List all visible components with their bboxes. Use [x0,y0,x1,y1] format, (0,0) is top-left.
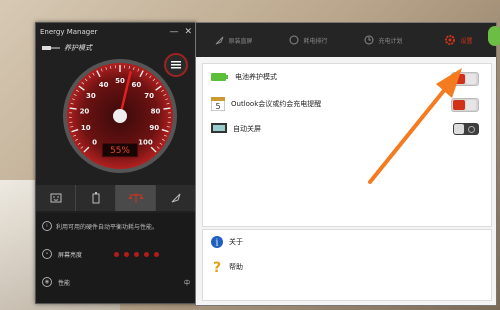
svg-text:i: i [216,239,219,249]
tab-label: 原装直屏 [228,37,253,45]
gauge-hub [113,109,127,123]
gauge-tick-label: 20 [80,107,90,115]
top-tab-bar: 原装直屏 耗电排行 充电计划 设置 [196,23,496,57]
battery-care-toggle[interactable] [451,72,479,86]
tab-battery[interactable] [76,185,116,211]
bulb-icon [289,35,299,45]
settings-list: 电池养护模式 5 Outlook会议或约会充电提醒 自动关屏 [202,63,492,227]
tab-rocket[interactable] [156,185,196,211]
about-help-list: i 关于 ? 帮助 [202,229,492,301]
brightness-row: • 屏幕亮度 [42,249,160,259]
setting-battery-care: 电池养护模式 [211,72,277,82]
tab-scale[interactable] [116,185,156,211]
title-bar: Energy Manager — ✕ [36,23,196,41]
help-item[interactable]: ? 帮助 [211,260,243,274]
auto-screen-off-toggle[interactable] [453,123,479,135]
info-icon: i [42,221,52,231]
monitor-icon [211,123,227,133]
mode-indicator: 养护模式 [42,43,92,53]
help-label: 帮助 [229,263,243,271]
setting-label: 电池养护模式 [235,73,277,81]
about-item[interactable]: i 关于 [211,236,243,248]
svg-text:5: 5 [215,102,220,111]
info-icon: i [211,236,223,248]
side-handle[interactable] [488,26,500,46]
close-button[interactable]: ✕ [184,27,192,37]
brightness-label: 屏幕亮度 [58,251,83,259]
description-text: 利用可用的硬件自动平衡功耗与性能。 [56,223,159,231]
tab-original-screen[interactable]: 原装直屏 [196,35,271,45]
setting-auto-screen-off: 自动关屏 [211,123,261,135]
rocket-icon [216,36,224,45]
outlook-reminder-toggle[interactable] [451,98,479,112]
gear-icon [445,35,456,45]
clock-icon [364,35,374,45]
app-title: Energy Manager [40,28,98,36]
left-tab-bar [36,185,196,211]
gauge-tick-label: 90 [149,124,159,132]
gauge-tick-label: 50 [115,77,125,85]
tab-charge-plan[interactable]: 充电计划 [346,35,421,45]
performance-value[interactable]: 中 [184,278,190,287]
setting-label: Outlook会议或约会充电提醒 [231,100,322,108]
energy-manager-window: Energy Manager — ✕ 养护模式 0 10 20 30 40 50 60 70 8… [35,22,197,304]
performance-label: 性能 [58,279,71,287]
gauge-tick-label: 60 [131,81,141,89]
help-icon: ? [213,260,221,274]
mode-description: i 利用可用的硬件自动平衡功耗与性能。 [42,221,158,231]
tab-label: 耗电排行 [303,37,328,45]
battery-icon [211,73,228,81]
gauge-tick-label: 80 [151,107,161,115]
gauge-tick-label: 100 [138,138,153,146]
tab-label: 设置 [460,37,473,45]
tab-power-ranking[interactable]: 耗电排行 [271,35,346,45]
calendar-icon: 5 [211,97,225,111]
setting-outlook-reminder: 5 Outlook会议或约会充电提醒 [211,97,321,111]
tab-settings[interactable]: 设置 [421,34,496,46]
scale-icon [128,193,143,203]
mode-label: 养护模式 [64,44,92,52]
performance-row: ◉ 性能 中 [42,277,190,287]
smile-icon [50,193,61,203]
brightness-level[interactable] [114,251,160,257]
about-label: 关于 [229,238,243,246]
tab-smile[interactable] [36,185,76,211]
bulb-icon: • [42,249,52,259]
setting-label: 自动关屏 [233,125,261,133]
rocket-icon [171,193,180,203]
gauge-tick-label: 0 [92,138,97,146]
tab-label: 充电计划 [378,37,403,45]
percent-text: 55% [110,146,130,156]
gauge-tick-label: 10 [81,124,91,132]
gauge-tick-label: 40 [99,81,109,89]
svg-text:?: ? [213,260,221,274]
plug-icon [42,46,60,50]
settings-window: 原装直屏 耗电排行 充电计划 设置 电池养护模式 5 Outlook会议或约会充… [195,22,497,306]
minimize-button[interactable]: — [169,27,178,37]
gauge-tick-label: 70 [144,92,154,100]
performance-icon: ◉ [42,277,52,287]
battery-icon [92,192,99,204]
gauge-tick-label: 30 [86,92,96,100]
battery-gauge: 010 20 3040 50 6070 80 90 100 55% [63,59,177,173]
